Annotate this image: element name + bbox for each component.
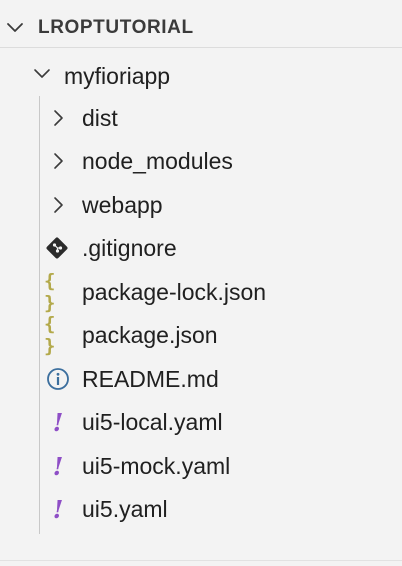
git-icon (46, 237, 68, 259)
tree-item-readme-md[interactable]: README.md (0, 359, 402, 399)
tree-item-package-json[interactable]: { } package.json (0, 313, 402, 357)
tree-item-label: .gitignore (82, 235, 177, 261)
tree-item-gitignore[interactable]: .gitignore (0, 228, 402, 268)
tree-item-label: webapp (82, 192, 163, 218)
tree-item-node-modules[interactable]: node_modules (0, 141, 402, 181)
chevron-right-icon (54, 110, 63, 126)
json-braces-icon: { } (44, 313, 55, 357)
tree-item-label: package.json (82, 322, 218, 348)
section-title: LROPTUTORIAL (38, 17, 194, 38)
yaml-exclamation-icon: ! (52, 407, 64, 437)
tree-item-ui5-mock-yaml[interactable]: ! ui5-mock.yaml (0, 446, 402, 486)
section-header-lroptutorial[interactable]: LROPTUTORIAL (0, 8, 402, 48)
tree-item-label: ui5-local.yaml (82, 409, 223, 435)
tree-item-myfioriapp[interactable]: myfioriapp (0, 56, 402, 96)
chevron-right-icon (54, 197, 63, 213)
tree-item-ui5-local-yaml[interactable]: ! ui5-local.yaml (0, 402, 402, 442)
chevron-down-icon (34, 69, 50, 78)
tree-item-label: package-lock.json (82, 279, 267, 305)
header-divider (0, 47, 402, 48)
tree-item-label: README.md (82, 366, 219, 392)
chevron-down-icon (7, 23, 23, 32)
yaml-exclamation-icon: ! (52, 494, 64, 524)
info-icon (47, 368, 69, 390)
tree-item-package-lock-json[interactable]: { } package-lock.json (0, 270, 402, 314)
tree-item-label: dist (82, 105, 118, 131)
chevron-right-icon (54, 153, 63, 169)
tree-item-label: ui5.yaml (82, 496, 168, 522)
explorer-panel: LROPTUTORIAL myfioriapp dist node_module… (0, 0, 402, 566)
tree-item-label: node_modules (82, 148, 233, 174)
json-braces-icon: { } (44, 270, 55, 314)
tree-item-webapp[interactable]: webapp (0, 185, 402, 225)
yaml-exclamation-icon: ! (52, 451, 64, 481)
tree-item-ui5-yaml[interactable]: ! ui5.yaml (0, 489, 402, 529)
panel-bottom-divider (0, 560, 402, 561)
tree-item-dist[interactable]: dist (0, 98, 402, 138)
tree-item-label: ui5-mock.yaml (82, 453, 231, 479)
tree-item-label: myfioriapp (64, 63, 171, 89)
